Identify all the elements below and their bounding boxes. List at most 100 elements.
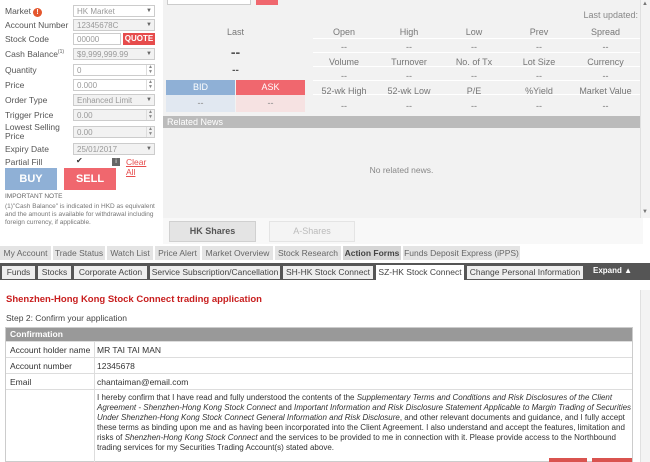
page-scrollbar[interactable] bbox=[640, 290, 650, 462]
spread-value: -- bbox=[602, 42, 609, 52]
high-header: High bbox=[399, 27, 419, 37]
expand-label: Expand bbox=[593, 266, 622, 275]
quantity-row: Quantity 0 ▲ ▼ bbox=[5, 64, 155, 77]
step-indicator: Step 2: Confirm your application bbox=[6, 313, 127, 323]
nav-market-overview[interactable]: Market Overview bbox=[202, 246, 273, 260]
nav-watch-list[interactable]: Watch List bbox=[107, 246, 153, 260]
open-value: -- bbox=[341, 42, 347, 52]
nav-trade-status[interactable]: Trade Status bbox=[53, 246, 105, 260]
back-button[interactable] bbox=[549, 458, 587, 462]
quote-button[interactable]: QUOTE bbox=[123, 33, 155, 45]
no-of-tx-header: No. of Tx bbox=[455, 57, 493, 67]
no-news-message: No related news. bbox=[369, 165, 434, 175]
page-title: Shenzhen-Hong Kong Stock Connect trading… bbox=[6, 294, 262, 305]
trigger-price-row: Trigger Price 0.00 ▲ ▼ bbox=[5, 109, 155, 122]
pe-header: P/E bbox=[466, 86, 482, 96]
stock-code-label: Stock Code bbox=[5, 34, 49, 44]
important-note-heading: IMPORTANT NOTE bbox=[5, 193, 63, 200]
quote-panel: Last updated: Last -- -- Open High Low P… bbox=[163, 0, 640, 218]
stock-search-input[interactable] bbox=[167, 0, 251, 5]
subtab-corporate-action[interactable]: Corporate Action bbox=[74, 266, 147, 279]
expand-toggle[interactable]: Expand ▲ bbox=[593, 266, 632, 275]
trigger-price-input[interactable]: 0.00 bbox=[77, 111, 93, 120]
quantity-input[interactable]: 0 bbox=[77, 66, 81, 75]
cash-balance-footnote: (1) bbox=[57, 49, 65, 56]
market-value-header: Market Value bbox=[579, 86, 632, 96]
account-number-select[interactable]: 12345678C bbox=[73, 19, 155, 31]
subtab-sh-hk-stock-connect[interactable]: SH-HK Stock Connect bbox=[283, 266, 373, 279]
cash-balance-select[interactable]: $9,999,999.99 bbox=[73, 48, 155, 60]
subtab-funds[interactable]: Funds bbox=[2, 266, 35, 279]
account-number-label: Account Number bbox=[5, 20, 69, 30]
buy-button[interactable]: BUY bbox=[5, 168, 57, 190]
market-tabs: HK Shares A-Shares bbox=[163, 218, 643, 244]
info-icon[interactable]: i bbox=[112, 158, 120, 166]
declaration-row: I hereby confirm that I have read and fu… bbox=[6, 389, 632, 462]
order-type-select[interactable]: Enhanced Limit bbox=[73, 94, 155, 106]
yield-header: %Yield bbox=[525, 86, 553, 96]
expiry-date-label: Expiry Date bbox=[5, 144, 49, 154]
partial-fill-label: Partial Fill bbox=[5, 157, 43, 167]
prev-value: -- bbox=[536, 42, 542, 52]
expiry-date-select[interactable]: 25/01/2017 bbox=[73, 143, 155, 155]
market-row: Market! HK Market bbox=[5, 5, 155, 18]
last-updated-label: Last updated: bbox=[583, 10, 638, 20]
scroll-up-icon[interactable]: ▲ bbox=[642, 1, 648, 7]
nav-stock-research[interactable]: Stock Research bbox=[275, 246, 341, 260]
tab-a-shares[interactable]: A-Shares bbox=[269, 221, 355, 242]
yield-value: -- bbox=[536, 101, 542, 111]
market-select[interactable]: HK Market bbox=[73, 5, 155, 17]
cash-balance-label: Cash Balance bbox=[5, 49, 58, 59]
clear-all-link[interactable]: Clear All bbox=[126, 157, 155, 177]
no-of-tx-value: -- bbox=[471, 71, 477, 81]
quote-scrollbar[interactable]: ▲ ▼ bbox=[640, 0, 650, 218]
subtab-change-personal-information[interactable]: Change Personal Information bbox=[467, 266, 583, 279]
account-row: Account number 12345678 bbox=[6, 357, 632, 373]
cash-balance-row: Cash Balance(1) $9,999,999.99 bbox=[5, 48, 155, 61]
holder-label: Account holder name bbox=[10, 345, 91, 355]
bid-button[interactable]: BID bbox=[166, 80, 235, 95]
stock-code-row: Stock Code 00000 QUOTE bbox=[5, 33, 155, 46]
last-price-value: -- bbox=[230, 44, 241, 60]
expiry-row: Expiry Date 25/01/2017 bbox=[5, 143, 155, 156]
spread-header: Spread bbox=[590, 27, 621, 37]
stock-search-button[interactable] bbox=[256, 0, 278, 5]
trigger-price-stepper[interactable]: ▲ ▼ bbox=[146, 110, 154, 120]
nav-price-alert[interactable]: Price Alert bbox=[155, 246, 200, 260]
email-value: chantaiman@email.com bbox=[97, 377, 189, 387]
lowest-selling-input[interactable]: 0.00 bbox=[77, 128, 93, 137]
subtab-stocks[interactable]: Stocks bbox=[38, 266, 71, 279]
lot-size-value: -- bbox=[536, 71, 542, 81]
tab-hk-shares[interactable]: HK Shares bbox=[169, 221, 256, 242]
bid-value: -- bbox=[166, 95, 235, 112]
currency-value: -- bbox=[602, 71, 609, 81]
ask-button[interactable]: ASK bbox=[236, 80, 305, 95]
nav-my-account[interactable]: My Account bbox=[0, 246, 51, 260]
volume-header: Volume bbox=[328, 57, 360, 67]
subtab-sz-hk-stock-connect[interactable]: SZ-HK Stock Connect bbox=[376, 265, 464, 280]
high-value: -- bbox=[406, 42, 412, 52]
related-news-header: Related News bbox=[163, 116, 640, 128]
cash-balance-note: (1)"Cash Balance" is indicated in HKD as… bbox=[5, 203, 155, 226]
subtab-service-subscription[interactable]: Service Subscription/Cancellation bbox=[150, 266, 280, 279]
partial-fill-checkbox[interactable]: ✔ bbox=[76, 157, 84, 165]
scroll-down-icon[interactable]: ▼ bbox=[642, 209, 648, 215]
nav-funds-deposit-express[interactable]: Funds Deposit Express (iPPS) bbox=[403, 246, 520, 260]
holder-value: MR TAI TAI MAN bbox=[97, 345, 162, 355]
info-icon[interactable]: ! bbox=[32, 8, 42, 17]
price-stepper[interactable]: ▲ ▼ bbox=[146, 80, 154, 90]
price-input[interactable]: 0.000 bbox=[77, 81, 97, 90]
nav-action-forms[interactable]: Action Forms bbox=[343, 246, 401, 260]
confirm-button[interactable] bbox=[592, 458, 632, 462]
volume-value: -- bbox=[341, 71, 347, 81]
stock-code-input[interactable]: 00000 bbox=[73, 33, 121, 45]
prev-header: Prev bbox=[529, 27, 549, 37]
account-row: Account Number 12345678C bbox=[5, 19, 155, 32]
quantity-stepper[interactable]: ▲ ▼ bbox=[146, 65, 154, 75]
sell-button[interactable]: SELL bbox=[64, 168, 116, 190]
account-number-value: 12345678 bbox=[97, 361, 135, 371]
quantity-label: Quantity bbox=[5, 65, 37, 75]
turnover-header: Turnover bbox=[391, 57, 427, 67]
order-panel: Market! HK Market Account Number 1234567… bbox=[0, 0, 160, 240]
lowest-selling-stepper[interactable]: ▲ ▼ bbox=[146, 127, 154, 137]
